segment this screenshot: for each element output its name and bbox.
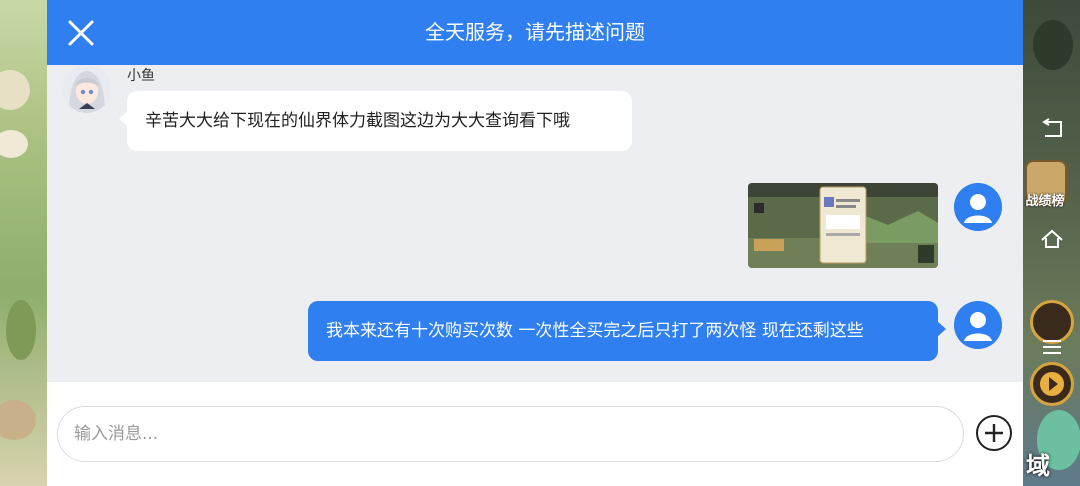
rank-board-label: 战绩榜 — [1025, 194, 1065, 209]
play-icon-glyph — [1040, 372, 1064, 396]
user-message-bubble: 我本来还有十次购买次数 一次性全买完之后只打了两次怪 现在还剩这些 — [308, 301, 946, 361]
game-decoration — [0, 70, 30, 110]
anime-girl-avatar-icon — [63, 65, 111, 113]
sender-name: 小鱼 — [127, 68, 155, 84]
play-icon[interactable] — [1030, 362, 1074, 406]
dialog-header: 全天服务，请先描述问题 — [47, 0, 1023, 65]
user-avatar-icon — [954, 183, 1002, 231]
back-arrow-icon[interactable] — [1034, 118, 1070, 148]
input-bar — [47, 382, 1023, 486]
home-icon-glyph — [1041, 229, 1063, 248]
game-screenshot-thumbnail — [748, 183, 938, 268]
agent-avatar — [63, 65, 111, 113]
game-decoration — [0, 400, 36, 440]
user-avatar-glyph — [954, 183, 1002, 231]
game-decoration — [6, 300, 36, 360]
user-avatar-icon — [954, 301, 1002, 349]
home-icon[interactable] — [1034, 228, 1070, 258]
user-avatar-glyph — [954, 301, 1002, 349]
domain-label: 域 — [1026, 452, 1050, 480]
customer-service-dialog: 全天服务，请先描述问题 小鱼 辛苦大大给下现在的仙界体力截图这边为大大查询看下哦 — [47, 0, 1023, 486]
menu-icon-glyph — [1043, 340, 1061, 354]
plus-circle-glyph — [976, 415, 1012, 451]
agent-message-bubble: 辛苦大大给下现在的仙界体力截图这边为大大查询看下哦 — [119, 91, 632, 151]
message-input[interactable] — [57, 406, 964, 462]
game-decoration — [1033, 20, 1073, 70]
back-arrow-icon-glyph — [1042, 118, 1062, 137]
game-decoration — [0, 130, 28, 158]
message-list: 小鱼 辛苦大大给下现在的仙界体力截图这边为大大查询看下哦 我本来还有十次购买次数… — [47, 65, 1023, 382]
game-background-left — [0, 0, 47, 486]
page-title: 全天服务，请先描述问题 — [425, 20, 645, 44]
image-message[interactable] — [748, 183, 938, 268]
plus-circle-icon[interactable] — [975, 414, 1013, 452]
